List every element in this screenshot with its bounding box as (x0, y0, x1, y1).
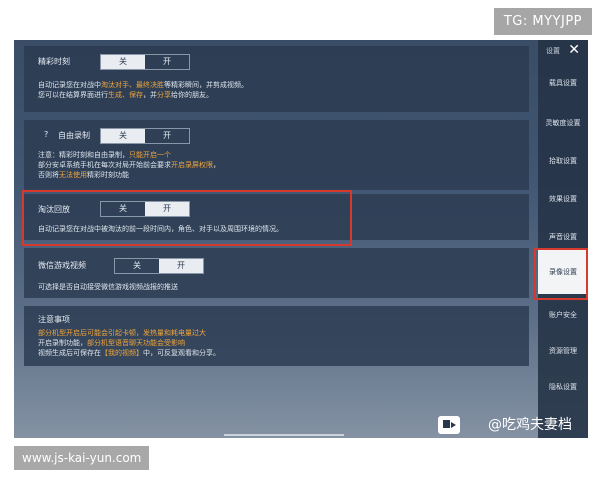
free-record-on-option[interactable]: 开 (145, 129, 189, 143)
sidebar-item-privacy[interactable]: 隐私设置 (538, 382, 588, 392)
highlight-description: 自动记录您在对战中淘汰对手、最终决胜等精彩瞬间，并剪成视频。 您可以在结算界面进… (38, 81, 248, 99)
home-indicator (224, 434, 344, 436)
sidebar-item-sound[interactable]: 声音设置 (538, 232, 588, 242)
free-record-title: 自由录制 (58, 131, 90, 140)
sidebar-item-vehicle[interactable]: 载具设置 (538, 78, 588, 88)
highlight-section: 精彩时刻 关 开 自动记录您在对战中淘汰对手、最终决胜等精彩瞬间，并剪成视频。 … (24, 46, 529, 112)
weibo-watermark: @吃鸡夫妻档 (488, 417, 572, 433)
recording-highlight-box (534, 248, 588, 300)
wechat-video-toggle[interactable]: 关 开 (114, 258, 204, 274)
sidebar-item-resource-management[interactable]: 资源管理 (538, 346, 588, 356)
highlight-on-option[interactable]: 开 (145, 55, 189, 69)
wechat-video-description: 可选择是否自动接受微信游戏视频战报的推送 (38, 283, 178, 291)
sidebar-item-effects[interactable]: 效果设置 (538, 194, 588, 204)
free-record-help-icon[interactable]: ? (44, 130, 48, 139)
free-record-off-option[interactable]: 关 (101, 129, 145, 143)
wechat-video-title: 微信游戏视频 (38, 261, 86, 270)
notice-title: 注意事项 (38, 315, 70, 324)
settings-topbar-label: 设置 (546, 47, 560, 55)
wechat-video-on-option[interactable]: 开 (159, 259, 203, 273)
highlight-off-option[interactable]: 关 (101, 55, 145, 69)
video-camera-icon (438, 416, 460, 434)
free-record-section: ? 自由录制 关 开 注意：精彩时刻和自由录制，只能开启一个 部分安卓系统手机在… (24, 120, 529, 190)
highlight-toggle[interactable]: 关 开 (100, 54, 190, 70)
settings-sidebar: 设置 ✕ 载具设置 灵敏度设置 拾取设置 效果设置 声音设置 录像设置 账户安全… (538, 40, 588, 438)
tg-overlay-label: TG: MYYJPP (493, 8, 592, 35)
sidebar-item-account-security[interactable]: 账户安全 (538, 310, 588, 320)
wechat-video-off-option[interactable]: 关 (115, 259, 159, 273)
sidebar-item-pickup[interactable]: 拾取设置 (538, 156, 588, 166)
free-record-toggle[interactable]: 关 开 (100, 128, 190, 144)
close-icon[interactable]: ✕ (568, 42, 580, 58)
game-settings-screen: 精彩时刻 关 开 自动记录您在对战中淘汰对手、最终决胜等精彩瞬间，并剪成视频。 … (14, 40, 588, 438)
notice-section: 注意事项 部分机型开启后可能会引起卡顿，发热量和耗电量过大 开启录制功能，部分机… (24, 306, 529, 366)
free-record-description: 注意：精彩时刻和自由录制，只能开启一个 部分安卓系统手机在每次对局开始前会要求开… (38, 151, 220, 179)
replay-highlight-box (22, 190, 352, 246)
highlight-title: 精彩时刻 (38, 57, 70, 66)
wechat-video-section: 微信游戏视频 关 开 可选择是否自动接受微信游戏视频战报的推送 (24, 248, 529, 298)
notice-text: 部分机型开启后可能会引起卡顿，发热量和耗电量过大 开启录制功能，部分机型语音聊天… (38, 329, 220, 357)
site-watermark: www.js-kai-yun.com (14, 446, 150, 470)
sidebar-item-sensitivity[interactable]: 灵敏度设置 (538, 118, 588, 128)
